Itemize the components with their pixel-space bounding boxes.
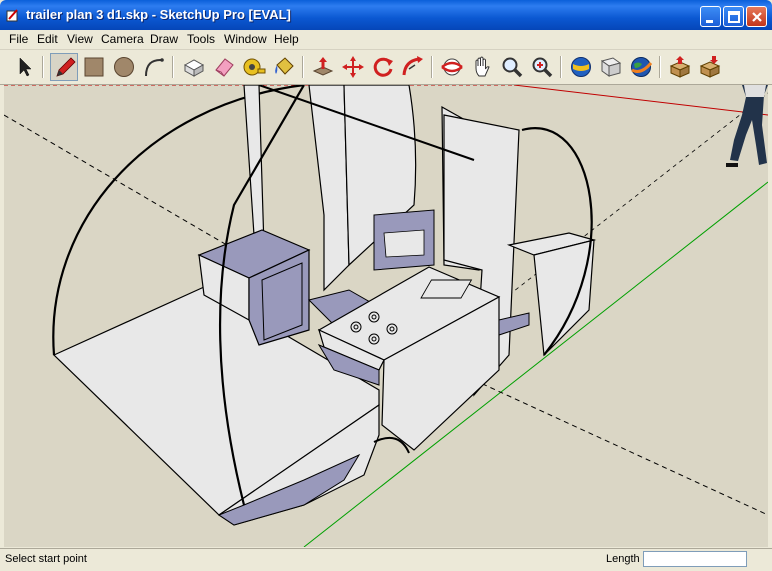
orbit-tool[interactable] <box>438 53 466 81</box>
orbit-icon <box>441 58 463 76</box>
zoom-extents-icon <box>532 57 553 78</box>
right-cabinet-face <box>533 239 595 357</box>
toolbar-separator <box>431 56 433 78</box>
push-pull-tool[interactable] <box>309 53 337 81</box>
menu-file[interactable]: File <box>9 32 28 46</box>
hand-icon <box>475 56 490 77</box>
drawing-viewport[interactable] <box>4 85 768 547</box>
circle-tool[interactable] <box>110 53 138 81</box>
tape-measure-tool[interactable] <box>240 53 268 81</box>
push-pull-icon <box>312 57 334 76</box>
sketchup-app-icon <box>6 9 18 22</box>
menu-camera[interactable]: Camera <box>101 32 144 46</box>
select-tool[interactable] <box>10 53 38 81</box>
paint-bucket-tool[interactable] <box>270 53 298 81</box>
status-bar: Select start point Length <box>0 548 772 571</box>
menu-bar: File Edit View Camera Draw Tools Window … <box>0 30 772 50</box>
menu-tools[interactable]: Tools <box>187 32 215 46</box>
window-title: trailer plan 3 d1.skp - SketchUp Pro [EV… <box>26 7 291 22</box>
toolbar-separator <box>172 56 174 78</box>
status-message: Select start point <box>5 553 87 565</box>
box-download-icon <box>669 56 691 78</box>
zoom-extents-tool[interactable] <box>528 53 556 81</box>
close-icon <box>752 12 762 22</box>
dashed-axis-right <box>473 379 768 516</box>
back-wall-center-panel <box>308 85 350 292</box>
title-bar[interactable]: trailer plan 3 d1.skp - SketchUp Pro [EV… <box>0 0 772 30</box>
get-components-tool[interactable] <box>666 53 694 81</box>
move-arrows-icon <box>342 56 364 78</box>
share-model-icon <box>600 57 622 77</box>
minimize-icon <box>706 20 713 23</box>
model-canvas[interactable] <box>4 85 768 547</box>
back-wall-left-panel <box>243 85 265 249</box>
warehouse-globe-icon <box>571 57 591 77</box>
rotate-tool[interactable] <box>369 53 397 81</box>
box-upload-icon <box>699 56 721 78</box>
arc-tool[interactable] <box>140 53 168 81</box>
close-button[interactable] <box>746 6 767 27</box>
move-tool[interactable] <box>339 53 367 81</box>
eraser-icon <box>215 58 234 77</box>
main-toolbar <box>0 50 772 85</box>
menu-window[interactable]: Window <box>224 32 267 46</box>
back-recess-inner <box>383 229 425 258</box>
rectangle-icon <box>84 57 104 77</box>
tape-measure-icon <box>243 58 266 76</box>
scale-figure <box>726 85 768 167</box>
menu-view[interactable]: View <box>67 32 93 46</box>
share-model-tool[interactable] <box>597 53 625 81</box>
toolbar-separator <box>42 56 44 78</box>
magnifier-icon <box>502 57 523 78</box>
arrow-cursor-icon <box>19 57 32 77</box>
paint-bucket-icon <box>275 57 294 75</box>
dashed-axis-left <box>4 114 245 256</box>
rotate-icon <box>373 57 393 77</box>
get-models-tool[interactable] <box>567 53 595 81</box>
component-icon <box>183 59 205 77</box>
red-axis <box>513 85 768 116</box>
eraser-tool[interactable] <box>210 53 238 81</box>
menu-help[interactable]: Help <box>274 32 299 46</box>
follow-me-tool[interactable] <box>399 53 427 81</box>
maximize-button[interactable] <box>723 6 744 27</box>
toolbar-separator <box>560 56 562 78</box>
share-component-tool[interactable] <box>696 53 724 81</box>
follow-me-icon <box>402 56 423 76</box>
measurement-input[interactable] <box>643 551 747 567</box>
pencil-tool[interactable] <box>50 53 78 81</box>
maximize-icon <box>728 11 740 23</box>
circle-icon <box>114 57 134 77</box>
rectangle-tool[interactable] <box>80 53 108 81</box>
earth-icon <box>631 57 653 77</box>
minimize-button[interactable] <box>700 6 721 27</box>
google-earth-tool[interactable] <box>627 53 655 81</box>
toolbar-separator <box>302 56 304 78</box>
pencil-icon <box>56 57 76 77</box>
toolbar-separator <box>659 56 661 78</box>
zoom-tool[interactable] <box>498 53 526 81</box>
sketchup-window: trailer plan 3 d1.skp - SketchUp Pro [EV… <box>0 0 772 571</box>
make-component-tool[interactable] <box>180 53 208 81</box>
pan-tool[interactable] <box>468 53 496 81</box>
measurement-label: Length <box>606 553 640 565</box>
arc-icon <box>145 58 164 77</box>
menu-edit[interactable]: Edit <box>37 32 58 46</box>
menu-draw[interactable]: Draw <box>150 32 178 46</box>
